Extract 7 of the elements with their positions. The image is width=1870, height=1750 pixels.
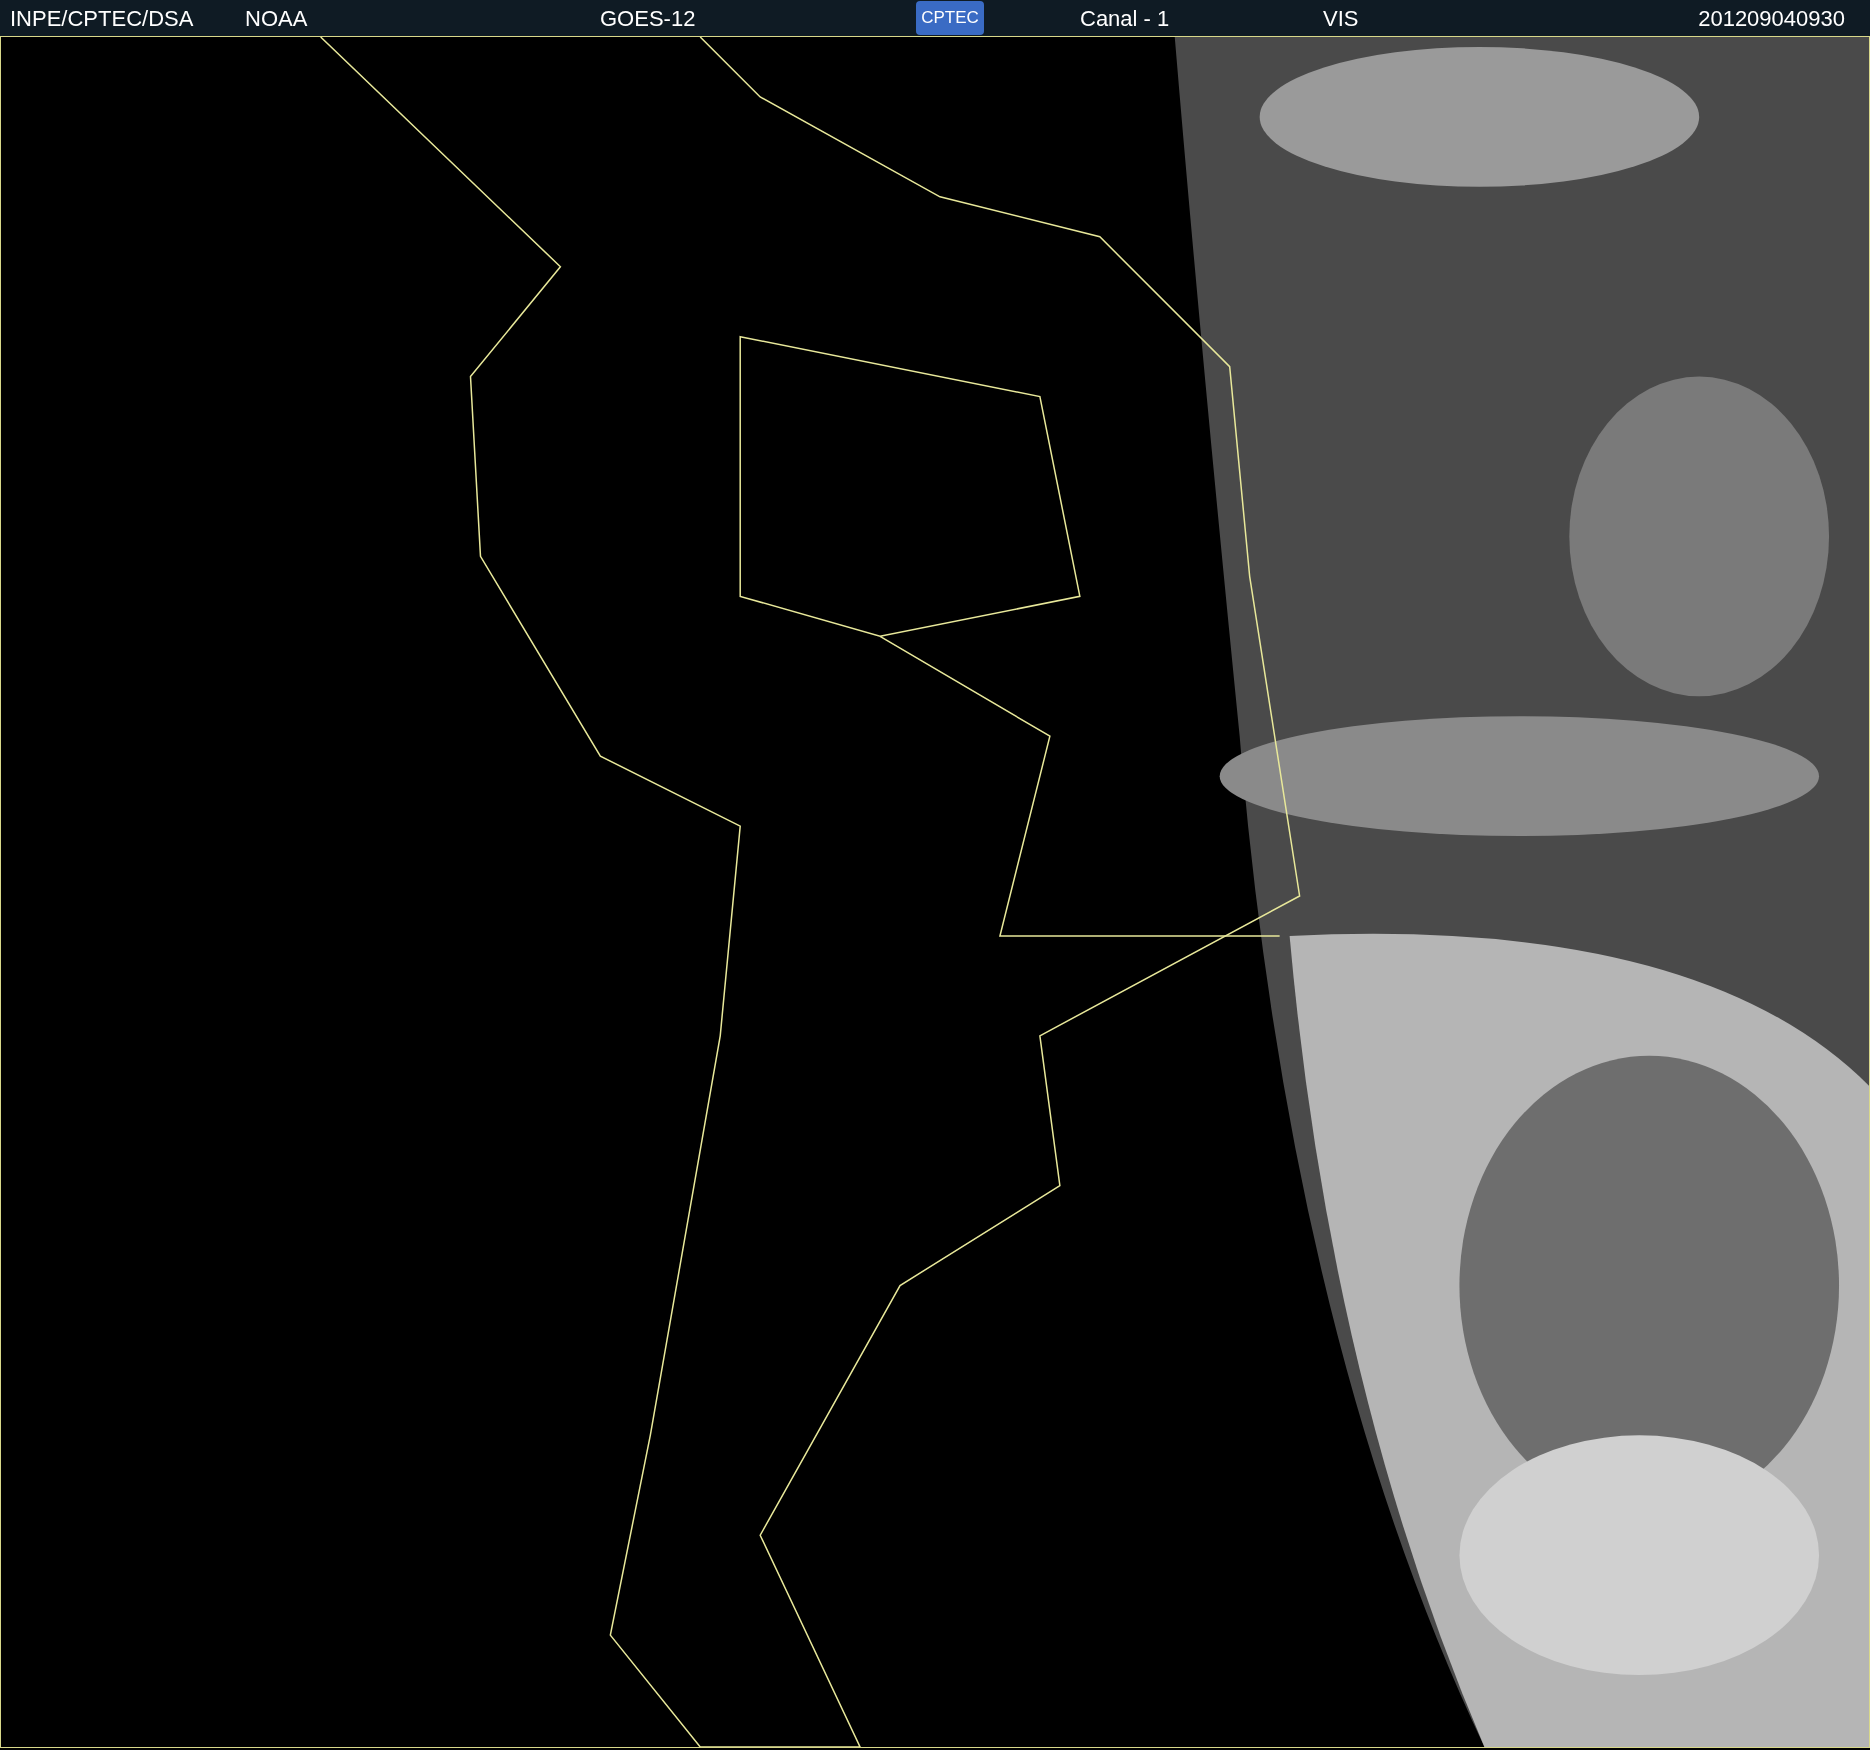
satellite-label: GOES-12 [600, 6, 696, 32]
channel-label: Canal - 1 [1080, 6, 1170, 32]
source-label: NOAA [245, 6, 308, 32]
agency-label: INPE/CPTEC/DSA [10, 6, 194, 32]
band-label: VIS [1323, 6, 1359, 32]
timestamp-label: 201209040930 [1698, 6, 1845, 32]
logo-badge: CPTEC [916, 1, 984, 35]
